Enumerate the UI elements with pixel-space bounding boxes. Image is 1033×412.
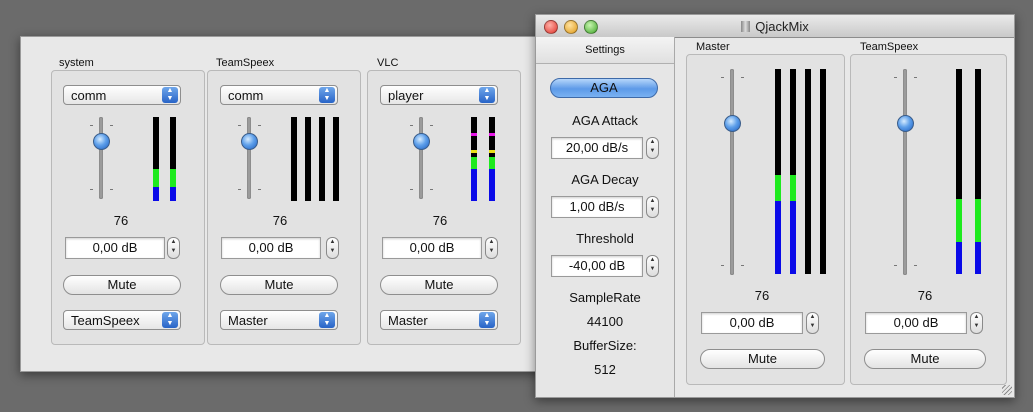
mute-button-teamspeex[interactable]: Mute	[220, 275, 338, 295]
level-meter	[820, 69, 826, 274]
stepper-arrows-icon[interactable]: ▲ ▼	[646, 137, 659, 159]
strip-label-teamspeex: TeamSpeex	[216, 57, 275, 69]
volume-value-master: 76	[754, 288, 770, 303]
settings-header[interactable]: Settings	[536, 37, 674, 64]
strip-label-master: Master	[696, 41, 730, 53]
window-title: QjackMix	[536, 19, 1014, 34]
popup-arrows-icon: ▲ ▼	[162, 87, 178, 103]
window-title-text: QjackMix	[755, 19, 809, 34]
volume-slider-teamspeex-front[interactable]	[890, 69, 920, 275]
output-select-system[interactable]: TeamSpeex ▲ ▼	[63, 310, 181, 330]
volume-value-teamspeex: 76	[272, 213, 288, 228]
volume-value-teamspeex-front: 76	[917, 288, 933, 303]
volume-slider-system[interactable]	[86, 117, 116, 199]
slider-knob[interactable]	[241, 133, 258, 150]
stepper-arrows-icon[interactable]: ▲ ▼	[326, 237, 339, 259]
samplerate-value: 44100	[586, 314, 624, 329]
popup-arrows-icon: ▲ ▼	[479, 312, 495, 328]
level-meter	[775, 69, 781, 274]
volume-slider-master[interactable]	[717, 69, 747, 275]
level-meter	[956, 69, 962, 274]
output-select-label: TeamSpeex	[71, 313, 140, 328]
settings-panel: Settings AGA AGA Attack 20,00 dB/s ▲ ▼ AG…	[536, 37, 675, 397]
source-select-teamspeex[interactable]: comm ▲ ▼	[220, 85, 338, 105]
level-meter	[975, 69, 981, 274]
stepper-arrows-icon[interactable]: ▲ ▼	[646, 196, 659, 218]
gain-field-master[interactable]: 0,00 dB	[701, 312, 803, 334]
popup-arrows-icon: ▲ ▼	[162, 312, 178, 328]
volume-slider-vlc[interactable]	[406, 117, 436, 199]
output-select-teamspeex[interactable]: Master ▲ ▼	[220, 310, 338, 330]
aga-attack-label: AGA Attack	[572, 113, 638, 128]
level-meter	[805, 69, 811, 274]
aga-button[interactable]: AGA	[550, 78, 658, 98]
buffersize-label: BufferSize:	[573, 338, 637, 353]
aga-attack-field[interactable]: 20,00 dB/s	[551, 137, 643, 159]
source-select-system[interactable]: comm ▲ ▼	[63, 85, 181, 105]
samplerate-label: SampleRate	[569, 290, 641, 305]
stepper-arrows-icon[interactable]: ▲ ▼	[485, 237, 498, 259]
level-meter	[471, 117, 477, 201]
volume-value-vlc: 76	[432, 213, 448, 228]
strip-teamspeex-front	[850, 54, 1007, 385]
threshold-field[interactable]: -40,00 dB	[551, 255, 643, 277]
title-bar[interactable]: QjackMix	[536, 15, 1014, 38]
slider-knob[interactable]	[897, 115, 914, 132]
gain-field-system[interactable]: 0,00 dB	[65, 237, 165, 259]
output-select-label: Master	[388, 313, 428, 328]
source-select-label: player	[388, 88, 424, 103]
stepper-arrows-icon[interactable]: ▲ ▼	[167, 237, 180, 259]
aga-decay-field[interactable]: 1,00 dB/s	[551, 196, 643, 218]
gain-field-teamspeex[interactable]: 0,00 dB	[221, 237, 321, 259]
strip-label-vlc: VLC	[377, 57, 399, 69]
threshold-label: Threshold	[576, 231, 634, 246]
level-meter	[305, 117, 311, 201]
output-select-vlc[interactable]: Master ▲ ▼	[380, 310, 498, 330]
slider-knob[interactable]	[93, 133, 110, 150]
level-meter	[790, 69, 796, 274]
gain-field-teamspeex-front[interactable]: 0,00 dB	[865, 312, 967, 334]
level-meter	[170, 117, 176, 201]
slider-knob[interactable]	[413, 133, 430, 150]
popup-arrows-icon: ▲ ▼	[319, 87, 335, 103]
mute-button-vlc[interactable]: Mute	[380, 275, 498, 295]
mixer-window-back: system comm ▲ ▼ 76 0,00 dB ▲ ▼ Mute TeamSp…	[20, 36, 552, 372]
gain-field-vlc[interactable]: 0,00 dB	[382, 237, 482, 259]
level-meter	[319, 117, 325, 201]
level-meter	[291, 117, 297, 201]
stepper-arrows-icon[interactable]: ▲ ▼	[646, 255, 659, 277]
strip-label-system: system	[59, 57, 94, 69]
level-meter	[489, 117, 495, 201]
source-select-vlc[interactable]: player ▲ ▼	[380, 85, 498, 105]
volume-value-system: 76	[113, 213, 129, 228]
strip-vlc	[367, 70, 521, 345]
volume-slider-teamspeex[interactable]	[234, 117, 264, 199]
strip-system	[51, 70, 205, 345]
level-meter	[153, 117, 159, 201]
level-meter	[333, 117, 339, 201]
popup-arrows-icon: ▲ ▼	[479, 87, 495, 103]
source-select-label: comm	[228, 88, 264, 103]
buffersize-value: 512	[594, 362, 616, 377]
stepper-arrows-icon[interactable]: ▲ ▼	[970, 312, 983, 334]
stepper-arrows-icon[interactable]: ▲ ▼	[806, 312, 819, 334]
resize-grip-icon[interactable]	[1002, 385, 1012, 395]
popup-arrows-icon: ▲ ▼	[319, 312, 335, 328]
mute-button-teamspeex-front[interactable]: Mute	[864, 349, 986, 369]
aga-decay-label: AGA Decay	[571, 172, 639, 187]
mute-button-master[interactable]: Mute	[700, 349, 825, 369]
app-icon	[741, 21, 751, 32]
strip-label-teamspeex-front: TeamSpeex	[860, 41, 919, 53]
output-select-label: Master	[228, 313, 268, 328]
mute-button-system[interactable]: Mute	[63, 275, 181, 295]
source-select-label: comm	[71, 88, 107, 103]
mixer-window-front: QjackMix Settings AGA AGA Attack 20,00 d…	[535, 14, 1015, 398]
slider-knob[interactable]	[724, 115, 741, 132]
strip-teamspeex	[207, 70, 361, 345]
